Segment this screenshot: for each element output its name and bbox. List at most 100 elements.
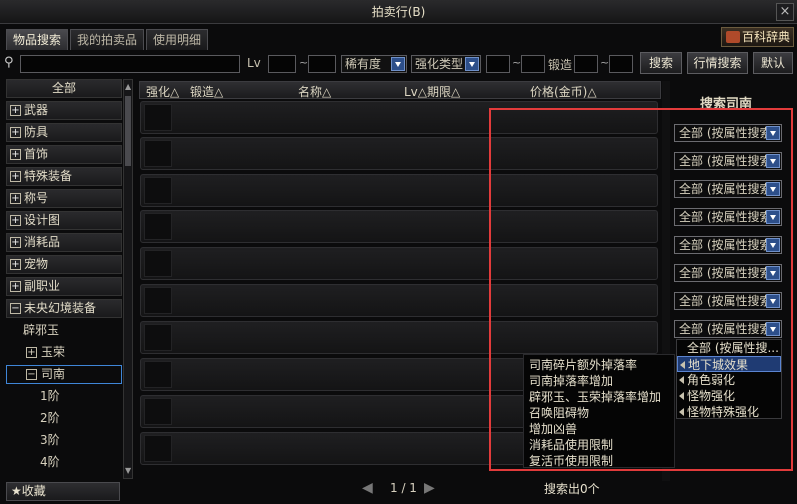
favorites-button[interactable]: ★收藏 [6, 482, 120, 501]
attribute-dropdown-6[interactable]: 全部 (按属性搜索) [674, 264, 782, 282]
subcategory-yurong[interactable]: + 玉荣 [6, 343, 122, 362]
table-row[interactable] [140, 101, 658, 134]
subcategory-tier-1[interactable]: 1阶 [6, 387, 122, 406]
table-row[interactable] [140, 137, 658, 170]
attribute-dropdown-3[interactable]: 全部 (按属性搜索) [674, 180, 782, 198]
close-button[interactable]: × [776, 3, 794, 21]
enhance-type-dropdown[interactable]: 强化类型 [411, 55, 481, 73]
attribute-dropdown-2[interactable]: 全部 (按属性搜索) [674, 152, 782, 170]
scroll-up-icon[interactable]: ▲ [125, 82, 131, 92]
submenu-item[interactable]: 召唤阻碍物 [529, 404, 589, 421]
table-row[interactable] [140, 174, 658, 207]
attribute-dropdown-8[interactable]: 全部 (按属性搜索) [674, 320, 782, 338]
market-search-button[interactable]: 行情搜索 [687, 52, 748, 74]
header-forge[interactable]: 锻造△ [190, 83, 223, 100]
subcategory-label: 4阶 [40, 455, 60, 469]
expand-icon[interactable]: + [10, 171, 21, 182]
next-page-button[interactable]: ▶ [424, 480, 435, 496]
header-level-duration[interactable]: Lv△期限△ [404, 83, 460, 100]
item-slot [144, 104, 172, 131]
menu-item-dungeon-effect[interactable]: 地下城效果 [677, 356, 781, 372]
subcategory-tier-2[interactable]: 2阶 [6, 409, 122, 428]
submenu-item[interactable]: 司南碎片额外掉落率 [529, 356, 637, 373]
tab-item-search[interactable]: 物品搜索 [6, 29, 69, 50]
encyclopedia-button[interactable]: 百科辞典 [721, 27, 794, 47]
chevron-down-icon [766, 210, 780, 224]
rarity-value: 稀有度 [345, 57, 382, 71]
default-button[interactable]: 默认 [753, 52, 793, 74]
expand-icon[interactable]: + [10, 281, 21, 292]
header-price[interactable]: 价格(金币)△ [530, 83, 597, 100]
submenu-item[interactable]: 增加凶兽 [529, 420, 577, 437]
submenu-item[interactable]: 复活币使用限制 [529, 452, 613, 469]
encyclopedia-label: 百科辞典 [742, 30, 791, 44]
collapse-icon[interactable]: − [26, 369, 37, 380]
result-count: 搜索出0个 [544, 482, 600, 496]
enhance-max-input[interactable] [521, 55, 545, 73]
expand-icon[interactable]: + [10, 259, 21, 270]
table-row[interactable] [140, 210, 658, 243]
enhance-min-input[interactable] [486, 55, 510, 73]
prev-page-button[interactable]: ◀ [362, 480, 373, 496]
item-slot [144, 361, 172, 388]
enhance-range-separator: ~ [512, 56, 522, 69]
subcategory-tier-4[interactable]: 4阶 [6, 453, 122, 472]
menu-item-character-weaken[interactable]: 角色弱化 [677, 372, 781, 388]
collapse-icon[interactable]: − [10, 303, 21, 314]
expand-icon[interactable]: + [26, 347, 37, 358]
category-blueprint[interactable]: + 设计图 [6, 211, 122, 230]
scrollbar-thumb[interactable] [125, 96, 131, 166]
subcategory-bixie-jade[interactable]: 辟邪玉 [6, 321, 122, 340]
table-row[interactable] [140, 247, 658, 280]
table-row[interactable] [140, 284, 658, 317]
category-all[interactable]: 全部 [6, 79, 122, 98]
level-max-input[interactable] [308, 55, 336, 73]
expand-icon[interactable]: + [10, 193, 21, 204]
category-weapon[interactable]: + 武器 [6, 101, 122, 120]
category-side-job[interactable]: + 副职业 [6, 277, 122, 296]
header-name[interactable]: 名称△ [298, 83, 331, 100]
category-pet[interactable]: + 宠物 [6, 255, 122, 274]
submenu-item[interactable]: 消耗品使用限制 [529, 436, 613, 453]
expand-icon[interactable]: + [10, 105, 21, 116]
category-scrollbar[interactable]: ▲ ▼ [123, 79, 133, 479]
subcategory-label: 玉荣 [41, 345, 66, 359]
scroll-down-icon[interactable]: ▼ [125, 466, 131, 476]
category-label: 副职业 [24, 279, 61, 293]
expand-icon[interactable]: + [10, 127, 21, 138]
forge-max-input[interactable] [609, 55, 633, 73]
forge-min-input[interactable] [574, 55, 598, 73]
attribute-dropdown-7[interactable]: 全部 (按属性搜索) [674, 292, 782, 310]
table-row[interactable] [140, 321, 658, 354]
level-min-input[interactable] [268, 55, 296, 73]
category-title[interactable]: + 称号 [6, 189, 122, 208]
search-input[interactable] [20, 55, 240, 73]
subcategory-label: 司南 [41, 367, 66, 381]
expand-icon[interactable]: + [10, 237, 21, 248]
attribute-dropdown-4[interactable]: 全部 (按属性搜索) [674, 208, 782, 226]
tab-usage-details[interactable]: 使用明细 [146, 29, 209, 50]
category-consumable[interactable]: + 消耗品 [6, 233, 122, 252]
header-enhance[interactable]: 强化△ [146, 83, 179, 100]
submenu-item[interactable]: 司南掉落率增加 [529, 372, 613, 389]
category-accessory[interactable]: + 首饰 [6, 145, 122, 164]
menu-item-all[interactable]: 全部 (按属性搜... [677, 340, 781, 356]
category-weiyang-equipment[interactable]: − 未央幻境装备 [6, 299, 122, 318]
tab-my-auctions[interactable]: 我的拍卖品 [70, 29, 145, 50]
subcategory-sinan[interactable]: − 司南 [6, 365, 122, 384]
rarity-dropdown[interactable]: 稀有度 [341, 55, 407, 73]
category-armor[interactable]: + 防具 [6, 123, 122, 142]
expand-icon[interactable]: + [10, 215, 21, 226]
subcategory-tier-3[interactable]: 3阶 [6, 431, 122, 450]
category-special-equipment[interactable]: + 特殊装备 [6, 167, 122, 186]
menu-item-monster-special-enhance[interactable]: 怪物特殊强化 [677, 404, 781, 420]
menu-item-monster-enhance[interactable]: 怪物强化 [677, 388, 781, 404]
chevron-down-icon [766, 238, 780, 252]
search-button[interactable]: 搜索 [640, 52, 682, 74]
expand-icon[interactable]: + [10, 149, 21, 160]
submenu-item[interactable]: 辟邪玉、玉荣掉落率增加 [529, 388, 661, 405]
attribute-dropdown-1[interactable]: 全部 (按属性搜索) [674, 124, 782, 142]
search-icon: ⚲ [4, 55, 14, 70]
dropdown-value: 全部 (按属性搜索) [679, 266, 777, 280]
attribute-dropdown-5[interactable]: 全部 (按属性搜索) [674, 236, 782, 254]
